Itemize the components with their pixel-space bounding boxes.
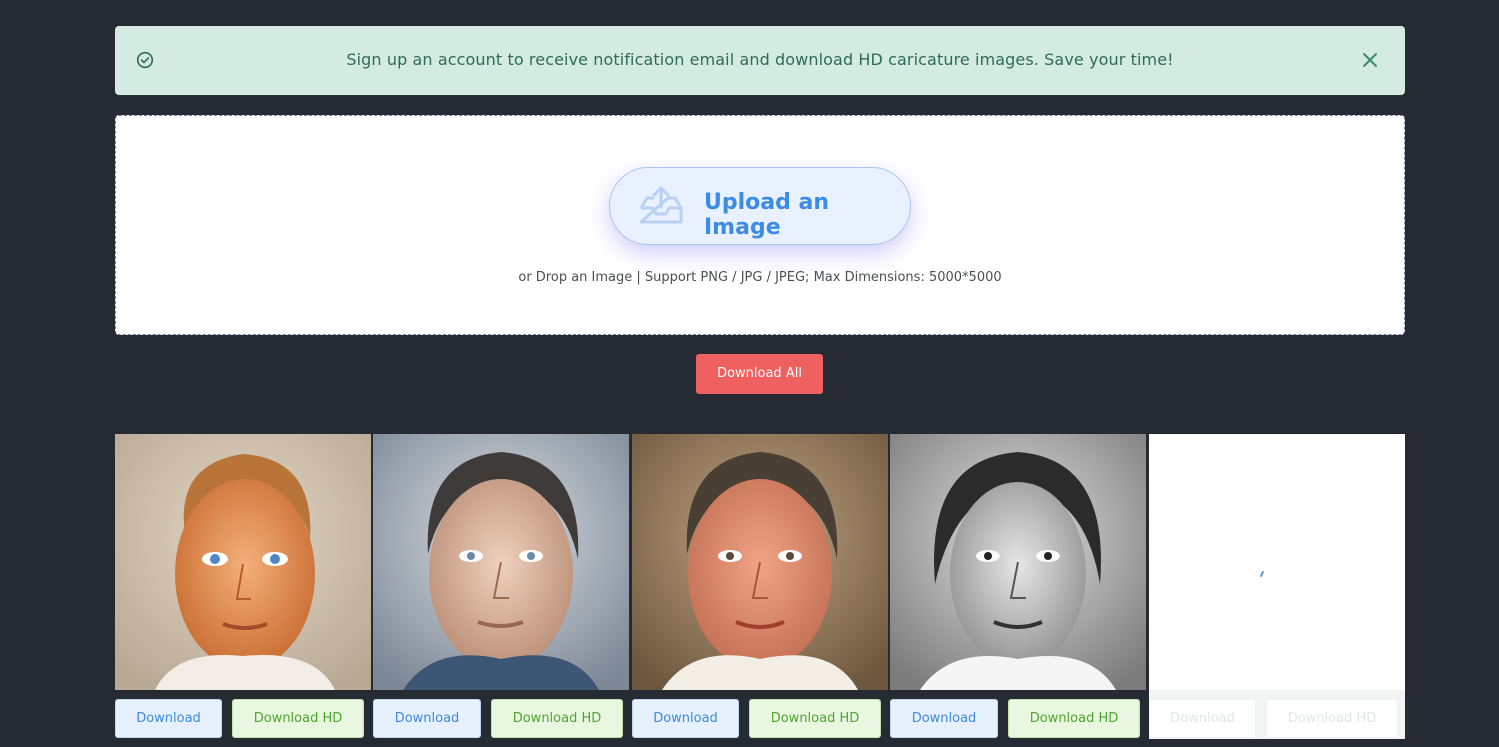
- download-button-4[interactable]: Download: [890, 699, 998, 738]
- upload-image-button[interactable]: Upload an Image: [609, 167, 911, 245]
- upload-dropzone[interactable]: Upload an Image or Drop an Image | Suppo…: [115, 115, 1405, 335]
- caricature-result-5-loading: Download Download HD: [1149, 434, 1405, 739]
- caricature-result-1: [115, 434, 371, 690]
- caricature-result-4: [890, 434, 1146, 690]
- caricature-result-3: [632, 434, 888, 690]
- alert-message: Sign up an account to receive notificati…: [346, 50, 1174, 69]
- download-button-1[interactable]: Download: [115, 699, 222, 738]
- download-hd-button-4[interactable]: Download HD: [1008, 699, 1140, 738]
- upload-hint: or Drop an Image | Support PNG / JPG / J…: [518, 270, 1002, 285]
- upload-button-label: Upload an Image: [704, 190, 830, 240]
- close-icon[interactable]: [1359, 49, 1381, 71]
- download-hd-button-3[interactable]: Download HD: [749, 699, 881, 738]
- download-hd-button-5[interactable]: Download HD: [1266, 699, 1398, 738]
- caricature-result-2: [373, 434, 629, 690]
- loading-spinner-icon: [1259, 570, 1265, 578]
- download-hd-button-1[interactable]: Download HD: [232, 699, 364, 738]
- signup-alert: Sign up an account to receive notificati…: [115, 26, 1405, 95]
- download-button-3[interactable]: Download: [632, 699, 739, 738]
- download-button-2[interactable]: Download: [373, 699, 481, 738]
- upload-inbox-icon: [638, 186, 684, 230]
- download-all-button[interactable]: Download All: [696, 354, 823, 394]
- download-button-5[interactable]: Download: [1149, 699, 1256, 738]
- download-hd-button-2[interactable]: Download HD: [491, 699, 623, 738]
- check-circle-icon: [136, 51, 154, 73]
